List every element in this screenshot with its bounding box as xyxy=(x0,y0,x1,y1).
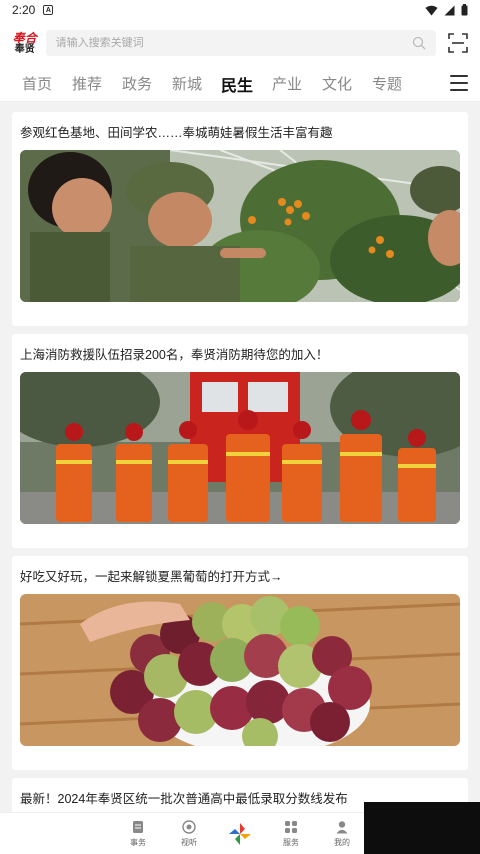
news-photo-grapes xyxy=(20,594,460,746)
tab-government[interactable]: 政务 xyxy=(112,73,162,94)
notification-icon: A xyxy=(43,5,54,15)
tab-recommend[interactable]: 推荐 xyxy=(62,73,112,94)
news-image[interactable] xyxy=(20,594,460,746)
news-title[interactable]: 参观红色基地、田间学农……奉城萌娃暑假生活丰富有趣 xyxy=(20,124,460,142)
tab-culture[interactable]: 文化 xyxy=(312,73,362,94)
wifi-icon xyxy=(425,5,438,15)
battery-icon xyxy=(461,4,468,16)
tab-special[interactable]: 专题 xyxy=(362,73,412,94)
search-icon[interactable] xyxy=(412,36,426,50)
news-image[interactable] xyxy=(20,150,460,302)
news-feed[interactable]: 参观红色基地、田间学农……奉城萌娃暑假生活丰富有趣 上海消防救援队伍招录200名… xyxy=(0,104,480,814)
nav-profile[interactable]: 我的 xyxy=(317,813,368,854)
status-bar: 2:20 A xyxy=(0,0,480,20)
grid-icon xyxy=(285,820,297,833)
top-bar: 奉合 奉贤 xyxy=(0,20,480,66)
news-image[interactable] xyxy=(20,372,460,524)
news-title[interactable]: 上海消防救援队伍招录200名，奉贤消防期待您的加入！ xyxy=(20,346,460,364)
document-icon xyxy=(133,820,143,833)
tab-livelihood[interactable]: 民生 xyxy=(212,72,262,96)
menu-icon[interactable] xyxy=(450,75,468,91)
user-icon xyxy=(336,820,348,833)
nav-media[interactable]: 视听 xyxy=(164,813,215,854)
news-card[interactable]: 好吃又好玩，一起来解锁夏黑葡萄的打开方式→ xyxy=(12,556,468,770)
news-photo-kids-greenhouse xyxy=(20,150,460,302)
nav-label: 我的 xyxy=(334,837,350,847)
nav-label: 视听 xyxy=(181,837,197,847)
scan-button[interactable] xyxy=(446,31,470,55)
pinwheel-logo-icon xyxy=(229,822,251,845)
news-photo-firefighters xyxy=(20,372,460,524)
search-bar[interactable] xyxy=(45,30,437,56)
nav-label: 服务 xyxy=(283,837,299,847)
news-card[interactable]: 参观红色基地、田间学农……奉城萌娃暑假生活丰富有趣 xyxy=(12,112,468,326)
signal-icon xyxy=(444,5,455,15)
scan-icon xyxy=(448,33,468,53)
news-title[interactable]: 好吃又好玩，一起来解锁夏黑葡萄的打开方式→ xyxy=(20,568,460,586)
logo-line1: 奉合 xyxy=(12,30,37,45)
tab-industry[interactable]: 产业 xyxy=(262,73,312,94)
nav-affairs[interactable]: 事务 xyxy=(113,813,164,854)
logo-line2: 奉贤 xyxy=(14,43,35,55)
tab-home[interactable]: 首页 xyxy=(12,73,62,94)
nav-home-logo[interactable] xyxy=(215,813,266,854)
search-input[interactable] xyxy=(55,37,413,49)
play-icon xyxy=(182,819,196,834)
category-tabs: 首页 推荐 政务 新城 民生 产业 文化 专题 xyxy=(0,66,480,102)
nav-label: 事务 xyxy=(130,837,146,847)
news-card[interactable]: 上海消防救援队伍招录200名，奉贤消防期待您的加入！ xyxy=(12,334,468,548)
corner-overlay xyxy=(364,802,480,854)
app-logo: 奉合 奉贤 xyxy=(10,29,40,57)
nav-services[interactable]: 服务 xyxy=(266,813,317,854)
status-time: 2:20 xyxy=(12,3,36,17)
tab-new-city[interactable]: 新城 xyxy=(162,73,212,94)
